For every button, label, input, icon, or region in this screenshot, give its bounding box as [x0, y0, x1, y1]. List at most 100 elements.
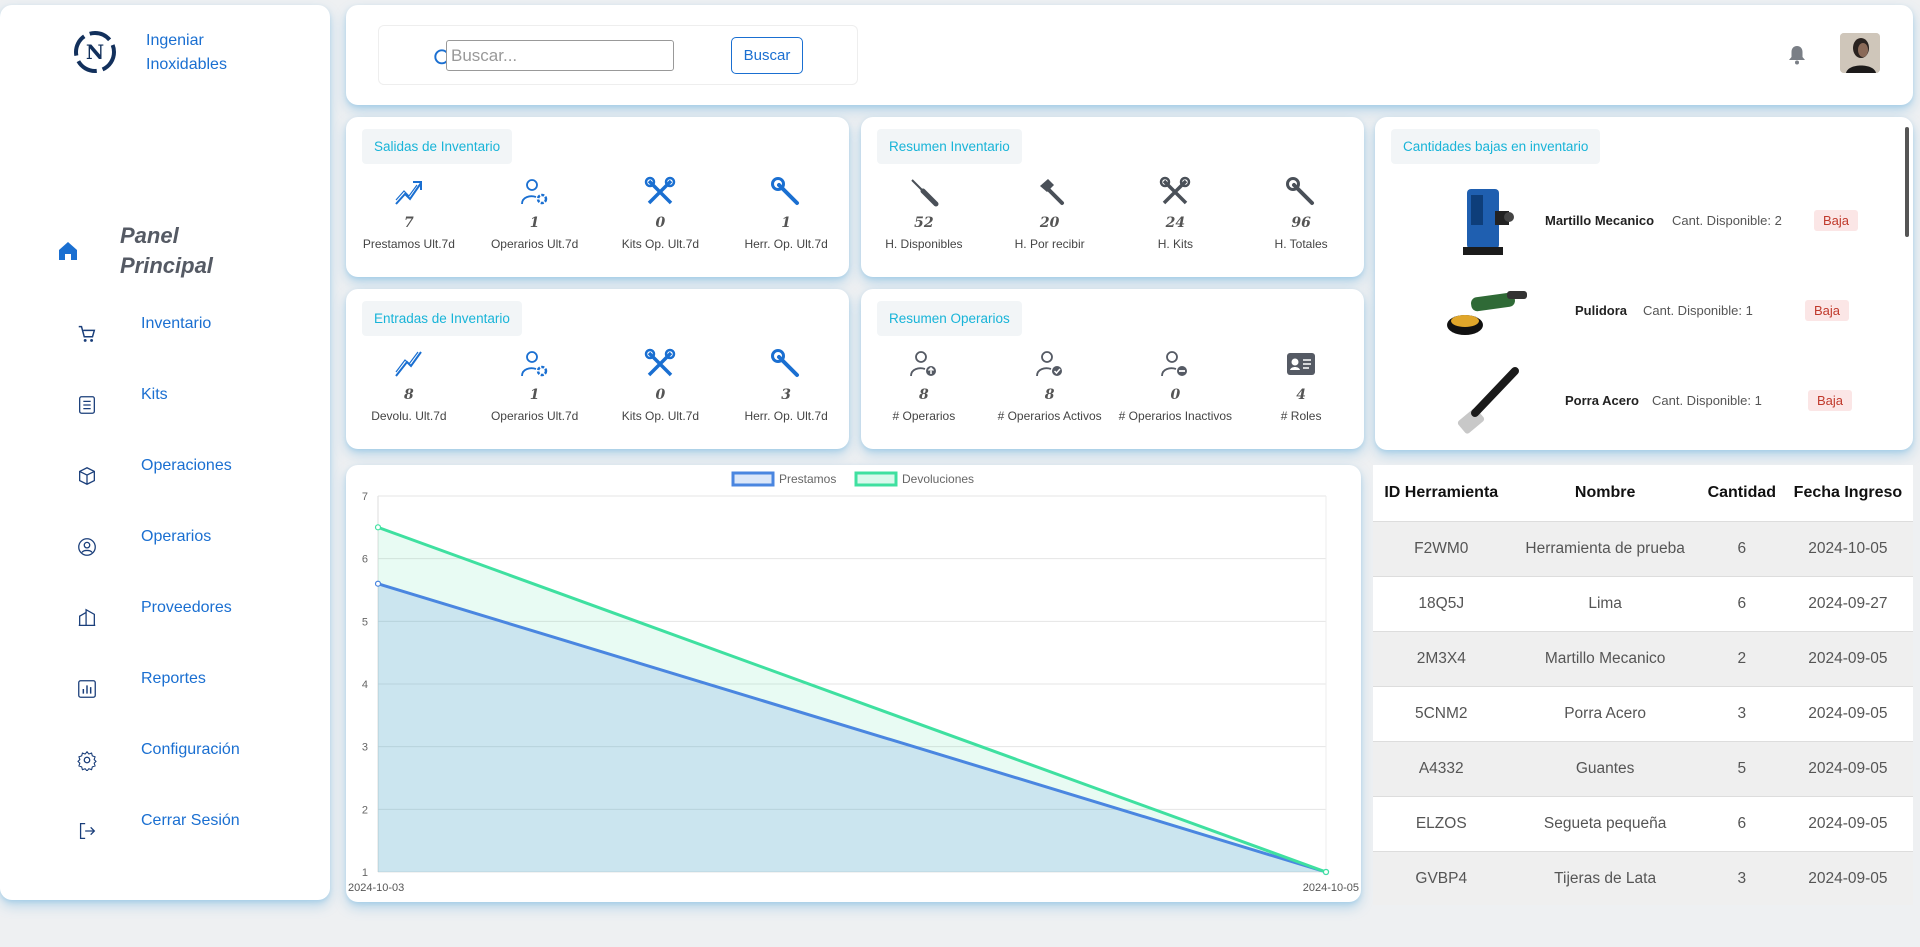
stat-value: 52 [914, 215, 934, 231]
list-icon [79, 396, 95, 414]
table-cell: 5 [1700, 740, 1783, 796]
martillo-mecanico-image [1463, 189, 1514, 255]
table-cell: 6 [1700, 795, 1783, 851]
sidebar-item-label: Operarios [141, 528, 212, 545]
wrench-icon [1286, 177, 1315, 205]
table-row[interactable]: GVBP4 Tijeras de Lata 3 2024-09-05 [1373, 850, 1913, 905]
logout-icon [79, 823, 96, 839]
table-row[interactable]: 2M3X4 Martillo Mecanico 2 2024-09-05 [1373, 630, 1913, 686]
tools-icon [645, 176, 676, 205]
table-cell: Porra Acero [1509, 685, 1701, 741]
stat-value: 7 [404, 215, 414, 231]
sidebar-item-operaciones[interactable]: Operaciones [76, 457, 232, 487]
data-point [374, 580, 382, 587]
sidebar-item-operarios[interactable]: Operarios [76, 528, 211, 558]
table-cell: F2WM0 [1373, 520, 1510, 576]
table-cell: 2024-10-05 [1782, 520, 1913, 576]
stat-label: # Operarios Inactivos [1118, 409, 1233, 423]
low-stock-name: Pulidora [1575, 303, 1628, 318]
y-tick-label: 1 [362, 867, 368, 879]
table-cell: 6 [1700, 575, 1783, 631]
table-cell: 6 [1700, 520, 1783, 576]
svg-text:N: N [86, 40, 104, 64]
search-button[interactable]: Buscar [731, 37, 803, 74]
table-row[interactable]: F2WM0 Herramienta de prueba 6 2024-10-05 [1373, 520, 1913, 576]
card-title: Resumen Inventario [877, 129, 1022, 164]
user-gear-icon [520, 351, 547, 377]
tools-table: ID Herramienta Nombre Cantidad Fecha Ing… [1373, 465, 1913, 905]
sidebar-item-label: Inventario [141, 315, 212, 332]
status-badge: Baja [1805, 300, 1850, 321]
column-header[interactable]: Nombre [1510, 465, 1701, 521]
gear-icon [77, 750, 97, 771]
stat-value: 8 [919, 387, 929, 403]
table-row[interactable]: 5CNM2 Porra Acero 3 2024-09-05 [1373, 685, 1913, 741]
sidebar-item-proveedores[interactable]: Proveedores [76, 599, 232, 629]
sidebar-item-cerrar-sesion[interactable]: Cerrar Sesión [76, 812, 240, 842]
stat-label: Operarios Ult.7d [490, 409, 579, 423]
user-avatar[interactable] [1840, 33, 1880, 73]
low-stock-name: Porra Acero [1565, 393, 1639, 408]
y-tick-label: 7 [362, 491, 368, 503]
table-cell: GVBP4 [1373, 850, 1510, 905]
top-bar: Buscar [346, 5, 1913, 105]
sidebar-item-kits[interactable]: Kits [76, 386, 168, 416]
stat-value: 3 [781, 387, 791, 403]
wrench-icon [771, 349, 800, 377]
low-stock-name: Martillo Mecanico [1545, 213, 1655, 228]
x-tick-label: 2024-10-03 [348, 882, 404, 894]
table-row[interactable]: A4332 Guantes 5 2024-09-05 [1373, 740, 1913, 796]
y-tick-label: 5 [362, 616, 368, 628]
stat-label: H. Kits [1157, 237, 1194, 251]
tools-icon [1160, 176, 1191, 205]
sidebar-item-label: Proveedores [141, 599, 232, 616]
column-header[interactable]: ID Herramienta [1373, 465, 1510, 521]
brand[interactable]: N Ingeniar Inoxidables [72, 29, 256, 77]
chart-svg: 1 2 3 4 5 6 7 2024-10-03 2024-10-05 Prestamos Devo… [348, 471, 1359, 894]
stat-label: # Operarios Activos [997, 409, 1102, 423]
table-row[interactable]: ELZOS Segueta pequeña 6 2024-09-05 [1373, 795, 1913, 851]
legend-swatch [854, 471, 898, 487]
sidebar-item-label: Kits [141, 386, 168, 403]
table-cell: 2024-09-05 [1782, 685, 1913, 741]
column-header[interactable]: Cantidad [1701, 465, 1783, 521]
trend-down-icon [395, 351, 422, 377]
table-cell: Lima [1509, 575, 1701, 631]
low-stock-qty: Cant. Disponible: 1 [1652, 393, 1762, 408]
stat-value: 1 [781, 215, 791, 231]
status-badge: Baja [1814, 210, 1859, 231]
resumen-operarios-card: Resumen Operarios 8 # Operarios 8 # Operar… [861, 289, 1364, 449]
stat-value: 8 [404, 387, 414, 403]
table-cell: 5CNM2 [1373, 685, 1510, 741]
sidebar-item-reportes[interactable]: Reportes [76, 670, 206, 700]
table-cell: 2024-09-27 [1782, 575, 1913, 631]
y-tick-label: 4 [362, 679, 368, 691]
table-cell: Martillo Mecanico [1509, 630, 1701, 686]
sidebar-item-configuracion[interactable]: Configuración [76, 741, 240, 771]
column-header[interactable]: Fecha Ingreso [1783, 465, 1913, 521]
card-title: Cantidades bajas en inventario [1391, 129, 1601, 164]
table-cell: Segueta pequeña [1509, 795, 1701, 851]
table-cell: 2 [1700, 630, 1783, 686]
stat-label: Kits Op. Ult.7d [621, 409, 700, 423]
entradas-inventario-card: Entradas de Inventario 8 Devolu. Ult.7d 1… [346, 289, 849, 449]
table-cell: 2024-09-05 [1782, 630, 1913, 686]
notification-bell-icon[interactable] [1788, 45, 1806, 65]
nav-panel-principal[interactable]: Panel Principal [56, 221, 240, 281]
user-minus-icon [1161, 351, 1188, 377]
card-title: Entradas de Inventario [362, 301, 522, 336]
low-stock-item[interactable]: Porra Acero Cant. Disponible: 1 Baja [1375, 361, 1913, 443]
sidebar-item-inventario[interactable]: Inventario [76, 315, 211, 345]
search-input[interactable] [446, 40, 674, 71]
legend-label: Prestamos [779, 472, 836, 486]
low-stock-item[interactable]: Martillo Mecanico Cant. Disponible: 2 Ba… [1375, 181, 1913, 263]
porra-acero-image [1457, 367, 1519, 434]
y-tick-label: 6 [362, 554, 368, 566]
table-row[interactable]: 18Q5J Lima 6 2024-09-27 [1373, 575, 1913, 631]
stat-label: Kits Op. Ult.7d [621, 237, 700, 251]
stat-value: 24 [1165, 215, 1186, 231]
low-stock-card: Cantidades bajas en inventario Martillo … [1375, 117, 1913, 450]
sidebar-item-label: Operaciones [141, 457, 232, 474]
low-stock-qty: Cant. Disponible: 1 [1643, 303, 1753, 318]
low-stock-item[interactable]: Pulidora Cant. Disponible: 1 Baja [1375, 271, 1913, 353]
